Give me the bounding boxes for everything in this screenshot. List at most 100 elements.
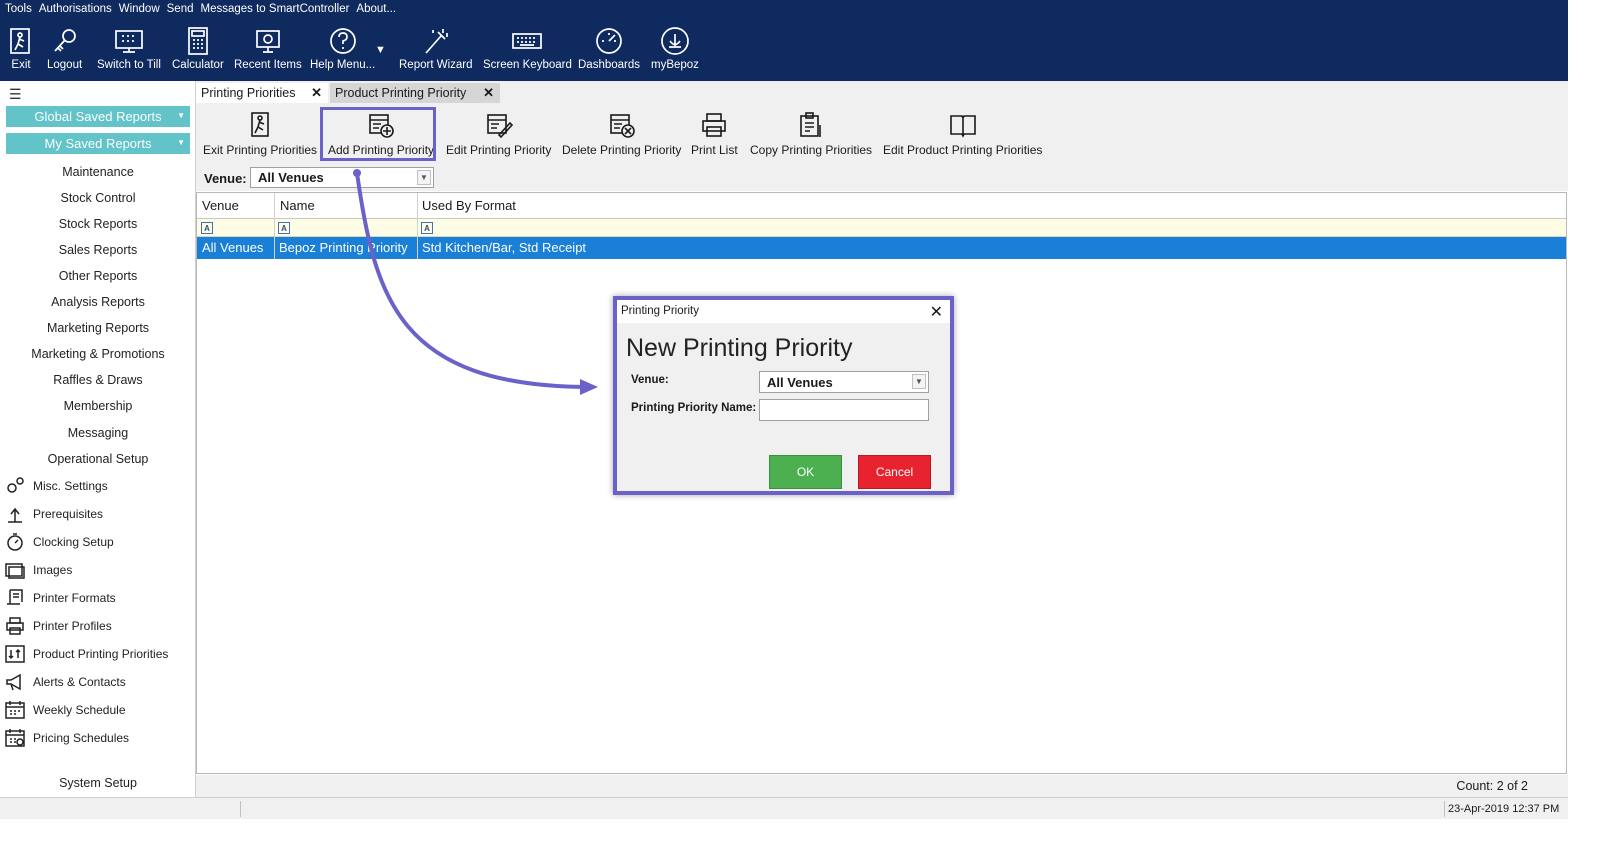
menu-about[interactable]: About... [356, 3, 396, 19]
sidebar-item-maintenance[interactable]: Maintenance [0, 165, 196, 179]
menu-tools[interactable]: Tools [5, 3, 32, 19]
help-menu-button[interactable]: Help Menu... [310, 26, 375, 71]
menu-messages[interactable]: Messages to SmartController [201, 3, 350, 19]
sidebar-tool-prerequisites[interactable]: Prerequisites [5, 504, 103, 524]
close-icon[interactable]: ✕ [311, 85, 322, 101]
my-saved-reports-label: My Saved Reports [44, 136, 152, 151]
filter-icon[interactable]: A [421, 222, 433, 234]
weekly-schedule-label: Weekly Schedule [33, 703, 126, 717]
sidebar-item-marketing-promotions[interactable]: Marketing & Promotions [0, 347, 196, 361]
sidebar-item-system-setup[interactable]: System Setup [0, 776, 196, 790]
delete-document-icon [609, 114, 635, 138]
filter-icon[interactable]: A [201, 222, 213, 234]
print-list-label: Print List [691, 143, 738, 157]
delete-printing-priority-button[interactable]: Delete Printing Priority [562, 111, 681, 157]
sidebar-tool-clocking-setup[interactable]: Clocking Setup [5, 532, 114, 552]
sidebar-tool-weekly-schedule[interactable]: Weekly Schedule [5, 700, 126, 720]
tab-product-printing-priority-label: Product Printing Priority [335, 86, 467, 100]
hamburger-icon[interactable]: ☰ [9, 86, 22, 103]
menu-send[interactable]: Send [167, 3, 194, 19]
sidebar-item-marketing-reports[interactable]: Marketing Reports [0, 321, 196, 335]
book-icon [949, 115, 976, 138]
column-divider[interactable] [417, 193, 418, 259]
ok-button[interactable]: OK [769, 455, 842, 489]
close-icon[interactable]: ✕ [483, 85, 494, 101]
clocking-setup-label: Clocking Setup [33, 535, 114, 549]
sidebar-tool-pricing-schedules[interactable]: Pricing Schedules [5, 728, 129, 748]
report-wizard-button[interactable]: Report Wizard [399, 26, 473, 71]
sidebar-item-operational-setup[interactable]: Operational Setup [0, 452, 196, 466]
sidebar-tool-printer-profiles[interactable]: Printer Profiles [5, 616, 112, 636]
sidebar-item-stock-control[interactable]: Stock Control [0, 191, 196, 205]
sidebar-item-raffles-draws[interactable]: Raffles & Draws [0, 373, 196, 387]
column-header-used-by-format[interactable]: Used By Format [422, 198, 516, 213]
chevron-down-icon[interactable]: ▼ [417, 170, 431, 185]
dialog-titlebar[interactable]: Printing Priority ✕ [617, 300, 950, 323]
window-margin [0, 819, 1617, 845]
sidebar: ☰ Global Saved Reports ▼ My Saved Report… [0, 81, 196, 797]
sidebar-item-analysis-reports[interactable]: Analysis Reports [0, 295, 196, 309]
sidebar-tool-printer-formats[interactable]: Printer Formats [5, 588, 116, 608]
chevron-down-icon[interactable]: ▼ [912, 374, 926, 389]
edit-product-printing-priorities-button[interactable]: Edit Product Printing Priorities [883, 111, 1042, 157]
screen-keyboard-button[interactable]: Screen Keyboard [483, 26, 572, 71]
action-toolbar: Exit Printing Priorities Add Printing Pr… [196, 103, 1568, 191]
bepoz-icon [661, 27, 689, 55]
column-header-name[interactable]: Name [280, 198, 315, 213]
sidebar-tool-misc-settings[interactable]: Misc. Settings [5, 476, 108, 496]
sidebar-tool-alerts-contacts[interactable]: Alerts & Contacts [5, 672, 126, 692]
sidebar-item-stock-reports[interactable]: Stock Reports [0, 217, 196, 231]
global-saved-reports-button[interactable]: Global Saved Reports ▼ [6, 106, 190, 127]
status-datetime: 23-Apr-2019 12:37 PM [1448, 803, 1560, 815]
sidebar-item-sales-reports[interactable]: Sales Reports [0, 243, 196, 257]
delete-printing-priority-label: Delete Printing Priority [562, 143, 682, 157]
edit-printing-priority-button[interactable]: Edit Printing Priority [446, 111, 551, 157]
dashboards-button[interactable]: Dashboards [578, 26, 640, 71]
menu-authorisations[interactable]: Authorisations [39, 3, 112, 19]
wand-icon [425, 29, 448, 54]
table-row[interactable]: All Venues Bepoz Printing Priority Std K… [197, 237, 1566, 259]
mybepoz-button[interactable]: myBepoz [651, 26, 699, 71]
sidebar-item-other-reports[interactable]: Other Reports [0, 269, 196, 283]
images-label: Images [33, 563, 73, 577]
exit-button[interactable]: Exit [6, 26, 36, 71]
edit-printing-priority-label: Edit Printing Priority [446, 143, 552, 157]
cancel-button[interactable]: Cancel [858, 455, 931, 489]
screen-keyboard-label: Screen Keyboard [483, 59, 572, 71]
switch-to-till-button[interactable]: Switch to Till [97, 26, 161, 71]
menu-window[interactable]: Window [119, 3, 160, 19]
logout-button[interactable]: Logout [47, 26, 82, 71]
column-header-venue[interactable]: Venue [202, 198, 239, 213]
recent-items-button[interactable]: Recent Items [234, 26, 302, 71]
sidebar-item-messaging[interactable]: Messaging [0, 426, 196, 440]
sidebar-tool-images[interactable]: Images [5, 560, 72, 580]
sidebar-item-membership[interactable]: Membership [0, 399, 196, 413]
dialog-title: Printing Priority [621, 305, 699, 317]
global-saved-reports-label: Global Saved Reports [34, 109, 162, 124]
exit-label: Exit [11, 59, 31, 71]
dialog-venue-select[interactable]: All Venues ▼ [759, 371, 929, 393]
exit-printing-priorities-button[interactable]: Exit Printing Priorities [203, 111, 317, 157]
branch-icon [8, 507, 22, 523]
dialog-heading: New Printing Priority [626, 334, 853, 362]
tab-product-printing-priority[interactable]: Product Printing Priority ✕ [330, 83, 500, 103]
app-header: Tools Authorisations Window Send Message… [0, 0, 1568, 81]
filter-icon[interactable]: A [278, 222, 290, 234]
chevron-down-icon[interactable]: ▼ [375, 44, 386, 56]
recent-items-label: Recent Items [234, 59, 302, 71]
venue-filter-select[interactable]: All Venues ▼ [250, 167, 434, 188]
calculator-button[interactable]: Calculator [172, 26, 224, 71]
prerequisites-label: Prerequisites [33, 507, 104, 521]
tab-strip: Printing Priorities ✕ Product Printing P… [196, 81, 1568, 103]
copy-printing-priorities-button[interactable]: Copy Printing Priorities [750, 111, 872, 157]
printer-icon [702, 113, 727, 137]
print-list-button[interactable]: Print List [691, 111, 738, 157]
sidebar-tool-product-printing-priorities[interactable]: Product Printing Priorities [5, 644, 168, 664]
close-icon[interactable]: ✕ [930, 302, 943, 322]
copy-printing-priorities-label: Copy Printing Priorities [750, 143, 873, 157]
printing-priority-name-input[interactable] [759, 399, 929, 421]
window-gutter [1568, 0, 1617, 845]
tab-printing-priorities[interactable]: Printing Priorities ✕ [196, 83, 328, 103]
column-divider[interactable] [274, 193, 275, 259]
my-saved-reports-button[interactable]: My Saved Reports ▼ [6, 133, 190, 154]
